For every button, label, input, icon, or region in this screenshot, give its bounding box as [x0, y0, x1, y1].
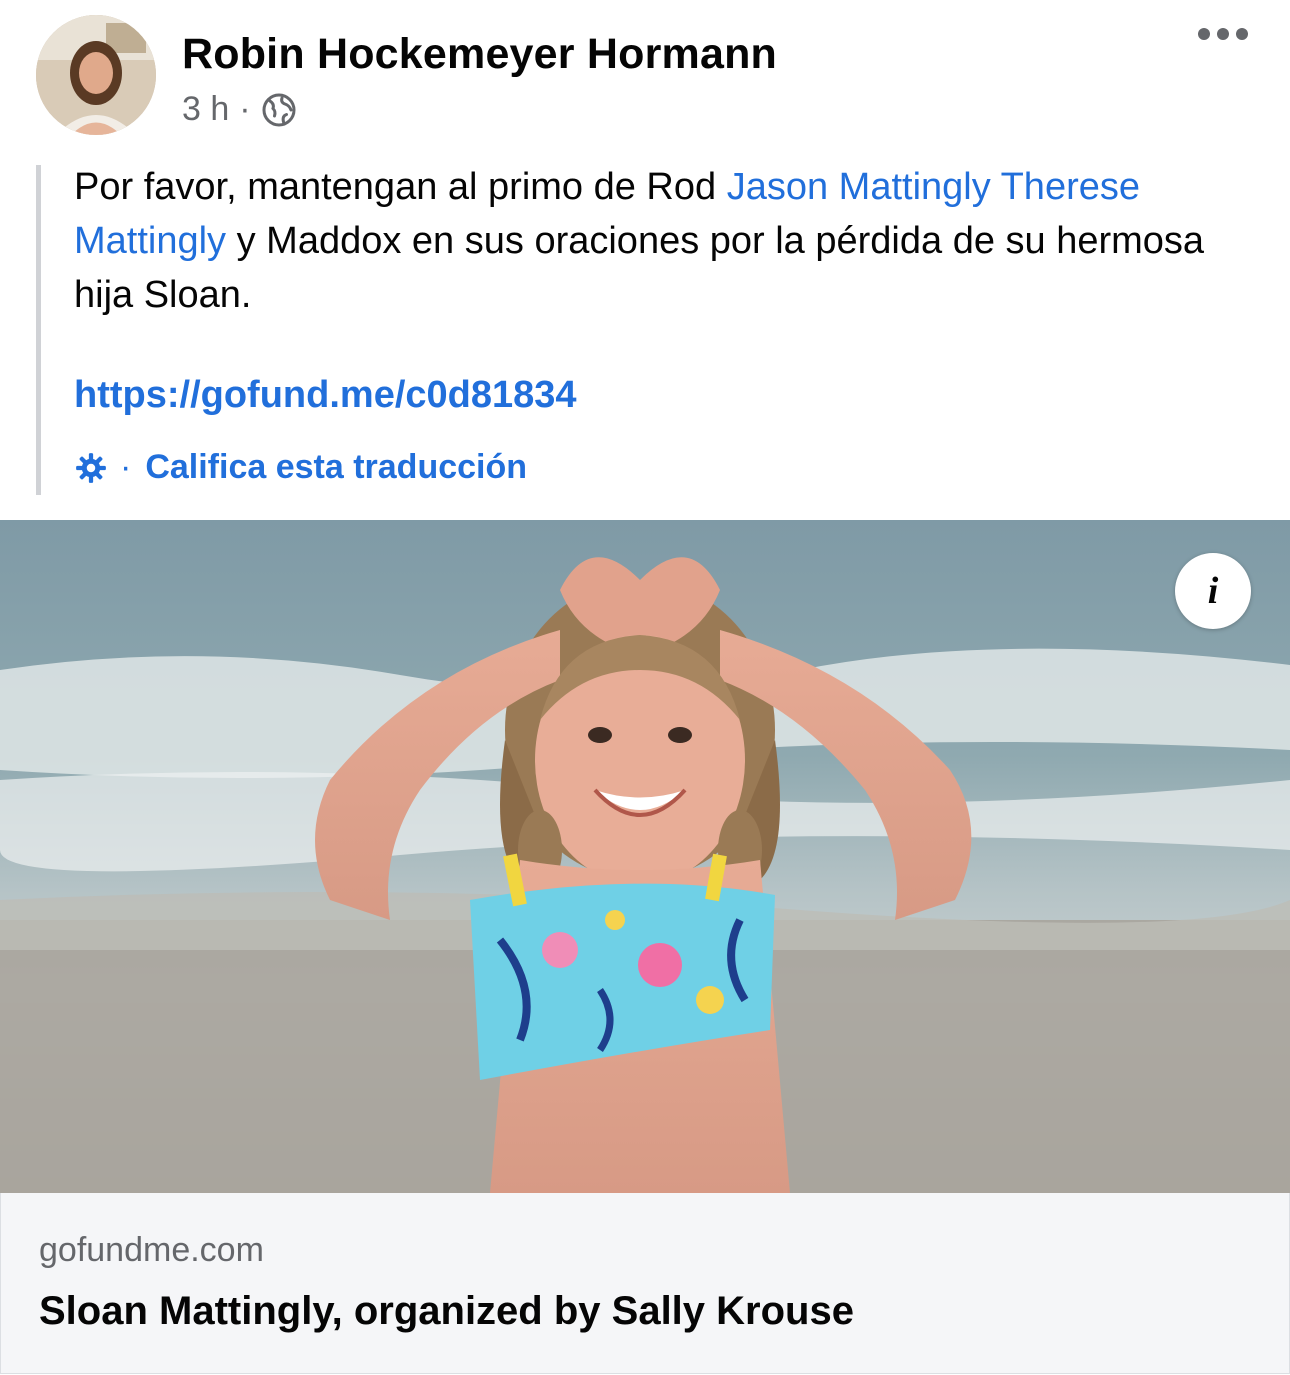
gear-icon[interactable]	[74, 451, 108, 485]
post-text-part2: y Maddox en sus oraciones por la pérdida…	[74, 220, 1205, 316]
post-text-part1: Por favor, mantengan al primo de Rod	[74, 166, 727, 208]
post-url-link[interactable]: https://gofund.me/c0d81834	[74, 374, 577, 417]
author-avatar[interactable]	[36, 15, 156, 135]
link-preview-title[interactable]: Sloan Mattingly, organized by Sally Krou…	[39, 1289, 854, 1334]
rate-translation-link[interactable]: Califica esta traducción	[145, 448, 527, 487]
translation-quote-bar	[36, 165, 41, 495]
post-text: Por favor, mantengan al primo de Rod Jas…	[74, 160, 1264, 322]
author-name[interactable]: Robin Hockemeyer Hormann	[182, 30, 777, 79]
mention-jason[interactable]: Jason Mattingly	[727, 166, 991, 208]
link-preview-image[interactable]	[0, 520, 1290, 1193]
info-icon[interactable]: i	[1175, 553, 1251, 629]
link-preview-domain: gofundme.com	[39, 1231, 264, 1269]
post-meta: 3 h ·	[182, 90, 297, 129]
meta-separator: ·	[239, 90, 251, 128]
rate-translation: · Califica esta traducción	[74, 448, 527, 487]
facebook-post: Robin Hockemeyer Hormann 3 h · Por favor…	[0, 0, 1290, 1375]
globe-icon	[262, 93, 296, 126]
rate-separator: ·	[120, 448, 132, 486]
post-time[interactable]: 3 h	[182, 90, 229, 129]
beach-photo	[0, 520, 1290, 1193]
more-options-icon[interactable]	[1198, 28, 1248, 40]
link-preview-footer[interactable]: gofundme.com Sloan Mattingly, organized …	[0, 1193, 1290, 1374]
avatar-image	[36, 15, 156, 135]
